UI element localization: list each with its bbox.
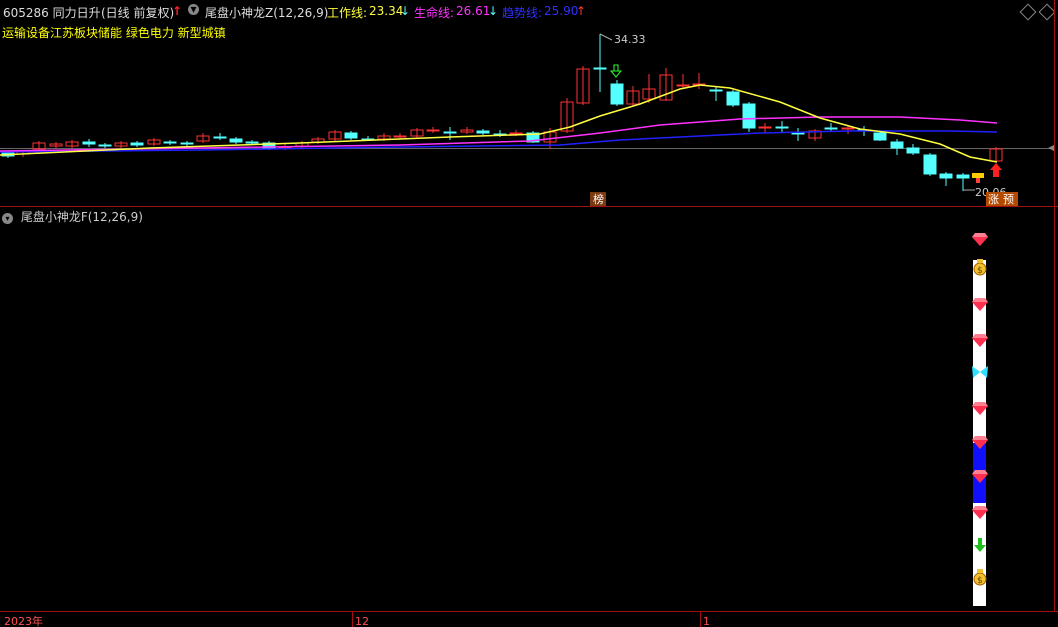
candle xyxy=(775,121,789,132)
svg-text:$: $ xyxy=(977,576,983,586)
candle-body xyxy=(593,67,607,70)
green-down-arrow-icon xyxy=(609,64,623,78)
candle xyxy=(709,86,723,101)
candle-body xyxy=(676,84,690,87)
candle-body xyxy=(509,132,523,135)
candle-body xyxy=(923,154,937,175)
candle xyxy=(676,74,690,89)
candle xyxy=(593,34,607,92)
candle xyxy=(808,129,822,141)
signal-marker-icon xyxy=(972,173,984,183)
candle-body xyxy=(344,132,358,139)
candle xyxy=(791,128,805,141)
high-pointer xyxy=(599,33,613,41)
candle xyxy=(443,127,457,140)
svg-text:$: $ xyxy=(977,266,983,276)
candle xyxy=(196,133,210,143)
candle xyxy=(742,102,756,132)
candle xyxy=(576,66,590,105)
buy-signal-up-arrow-icon xyxy=(990,163,1002,177)
candle-body xyxy=(841,127,855,130)
candle-body xyxy=(775,126,789,129)
candle xyxy=(163,140,177,145)
candle xyxy=(989,147,1003,162)
candle xyxy=(726,90,740,107)
candle xyxy=(410,128,424,138)
candle xyxy=(610,80,624,106)
candle-body xyxy=(213,136,227,139)
candle xyxy=(344,131,358,140)
sub-indicator-title[interactable]: 尾盘小神龙F(12,26,9) xyxy=(21,210,143,224)
candle xyxy=(213,133,227,140)
moving-average-lines xyxy=(0,84,998,163)
candle xyxy=(49,142,63,148)
candle xyxy=(426,127,440,133)
candle xyxy=(82,139,96,147)
candle xyxy=(626,86,640,106)
candle xyxy=(229,137,243,144)
candle-body xyxy=(130,142,144,146)
candle xyxy=(147,138,161,146)
candle-body xyxy=(393,135,407,138)
candle-body xyxy=(610,83,624,105)
high-price-label: 34.33 xyxy=(614,33,646,46)
red-diamond-icon xyxy=(972,233,988,246)
candle xyxy=(114,141,128,148)
candle-body xyxy=(956,174,970,179)
candle-body xyxy=(939,173,953,179)
candle-body xyxy=(709,89,723,92)
candle xyxy=(758,123,772,133)
sub-indicator-header: ▾ 尾盘小神龙F(12,26,9) xyxy=(2,208,143,225)
candle xyxy=(32,141,46,151)
candle-body xyxy=(98,144,112,147)
candlesticks xyxy=(1,34,1003,191)
candle-body xyxy=(742,103,756,129)
yu-tag: 预 xyxy=(1003,193,1014,206)
candle xyxy=(65,140,79,148)
candle xyxy=(906,144,920,155)
axis-jan-label: 1 xyxy=(703,615,710,627)
axis-year-label: 2023年 xyxy=(4,614,43,627)
candle-body xyxy=(758,126,772,129)
candle xyxy=(890,139,904,155)
candle xyxy=(923,153,937,176)
candle-body xyxy=(163,141,177,144)
candle-body xyxy=(476,130,490,134)
candle-body xyxy=(890,141,904,149)
candle xyxy=(130,141,144,147)
price-line-marker-icon xyxy=(1048,145,1054,151)
sub-indicator-bars xyxy=(973,260,986,606)
candle-body xyxy=(180,142,194,145)
candle-body xyxy=(245,141,259,144)
axis-dec-label: 12 xyxy=(355,615,369,627)
candle-body xyxy=(824,127,838,130)
candle xyxy=(460,127,474,134)
zhang-tag: 涨 xyxy=(988,193,999,206)
candle-body xyxy=(82,141,96,145)
bang-tag: 榜 xyxy=(593,192,604,206)
candle-body xyxy=(229,138,243,143)
kline-chart[interactable]: 34.33 20.06 榜 涨 预 $$ 2023年 12 1 xyxy=(0,0,1058,627)
candle xyxy=(328,130,342,141)
candle xyxy=(98,143,112,148)
candle xyxy=(939,172,953,186)
candle-body xyxy=(726,91,740,106)
candle xyxy=(180,141,194,146)
candle-body xyxy=(873,132,887,141)
candle-body xyxy=(443,131,457,134)
candle xyxy=(476,129,490,135)
candle-body xyxy=(426,129,440,132)
candle xyxy=(956,173,970,191)
candle-body xyxy=(906,147,920,154)
sub-indicator-dropdown-icon[interactable]: ▾ xyxy=(2,213,13,224)
